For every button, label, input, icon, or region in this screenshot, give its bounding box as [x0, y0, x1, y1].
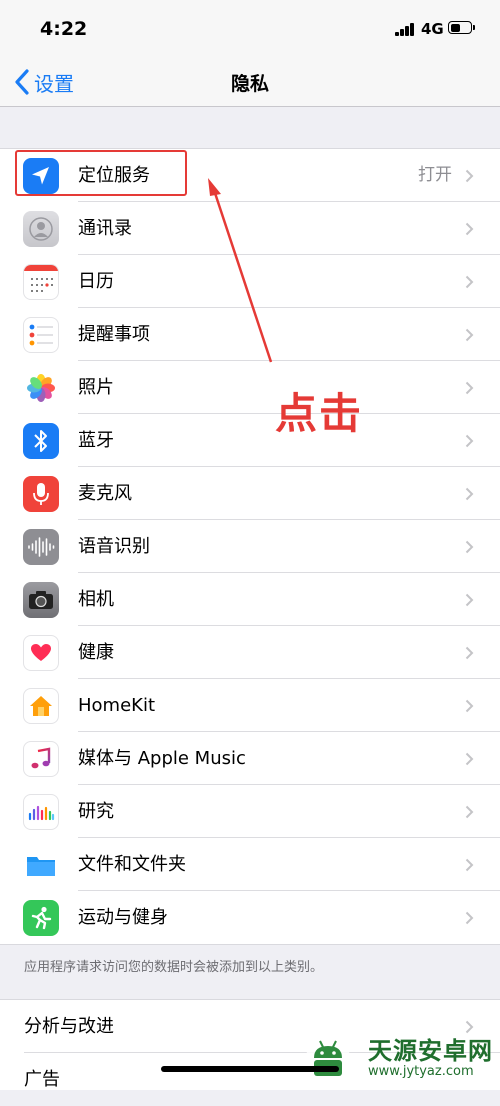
chevron-right-icon	[465, 487, 474, 501]
home-indicator[interactable]	[161, 1066, 339, 1072]
chevron-right-icon	[465, 540, 474, 554]
row-label: 提醒事项	[78, 324, 150, 345]
fitness-runner-icon	[23, 900, 59, 936]
folder-icon	[23, 847, 59, 883]
battery-level	[450, 23, 460, 32]
row-bluetooth[interactable]: 蓝牙	[0, 414, 500, 467]
health-heart-icon	[23, 635, 59, 671]
privacy-footer-note: 应用程序请求访问您的数据时会被添加到以上类别。	[24, 960, 324, 975]
chevron-right-icon	[465, 169, 474, 183]
row-label: 研究	[78, 801, 114, 822]
calendar-icon	[23, 264, 59, 300]
navigation-bar: 设置 隐私	[0, 58, 500, 107]
row-label: 相机	[78, 589, 114, 610]
cellular-signal-icon	[395, 23, 415, 36]
site-watermark: 天源安卓网 www.jytyaz.com	[300, 1026, 500, 1083]
row-label: 语音识别	[78, 536, 150, 557]
row-label: 分析与改进	[24, 1016, 114, 1037]
android-robot-logo-icon	[306, 1035, 350, 1080]
row-label: 蓝牙	[78, 430, 114, 451]
watermark-text: 天源安卓网 www.jytyaz.com	[368, 1031, 493, 1079]
privacy-categories-list: 定位服务 打开 通讯录 日历 提醒事项 照片 蓝牙 麦克风 语音识别 相机 健康…	[0, 148, 500, 945]
row-label: 文件和文件夹	[78, 854, 186, 875]
chevron-right-icon	[465, 805, 474, 819]
row-speech-recognition[interactable]: 语音识别	[0, 520, 500, 573]
page-title: 隐私	[230, 73, 269, 95]
annotation-highlight-box	[15, 150, 187, 196]
camera-icon	[23, 582, 59, 618]
chevron-right-icon	[465, 646, 474, 660]
row-label: 媒体与 Apple Music	[78, 748, 246, 769]
row-photos[interactable]: 照片	[0, 361, 500, 414]
photos-icon	[23, 370, 59, 406]
watermark-site-name: 天源安卓网	[368, 1037, 493, 1065]
microphone-icon	[23, 476, 59, 512]
row-label: 麦克风	[78, 483, 132, 504]
row-label: 通讯录	[78, 218, 132, 239]
chevron-right-icon	[465, 752, 474, 766]
row-reminders[interactable]: 提醒事项	[0, 308, 500, 361]
speech-recognition-icon	[23, 529, 59, 565]
row-health[interactable]: 健康	[0, 626, 500, 679]
row-microphone[interactable]: 麦克风	[0, 467, 500, 520]
row-value: 打开	[418, 165, 452, 185]
row-motion-fitness[interactable]: 运动与健身	[0, 891, 500, 944]
row-homekit[interactable]: HomeKit	[0, 679, 500, 732]
chevron-right-icon	[465, 275, 474, 289]
row-files-folders[interactable]: 文件和文件夹	[0, 838, 500, 891]
chevron-right-icon	[465, 434, 474, 448]
battery-icon	[448, 21, 475, 34]
row-label: 照片	[78, 377, 114, 398]
row-research[interactable]: 研究	[0, 785, 500, 838]
chevron-right-icon	[465, 911, 474, 925]
status-bar: 4:22 4G	[0, 0, 500, 58]
chevron-right-icon	[465, 222, 474, 236]
homekit-house-icon	[23, 688, 59, 724]
annotation-tap-label: 点击	[275, 389, 364, 438]
chevron-right-icon	[465, 381, 474, 395]
chevron-right-icon	[465, 699, 474, 713]
chevron-right-icon	[465, 593, 474, 607]
bluetooth-icon	[23, 423, 59, 459]
chevron-right-icon	[465, 858, 474, 872]
music-note-icon	[23, 741, 59, 777]
contacts-icon	[23, 211, 59, 247]
status-time: 4:22	[40, 18, 88, 40]
row-label: 广告	[24, 1069, 60, 1090]
row-media-apple-music[interactable]: 媒体与 Apple Music	[0, 732, 500, 785]
row-label: HomeKit	[78, 695, 156, 716]
row-calendar[interactable]: 日历	[0, 255, 500, 308]
row-label: 运动与健身	[78, 907, 168, 928]
reminders-icon	[23, 317, 59, 353]
chevron-right-icon	[465, 328, 474, 342]
row-label: 健康	[78, 642, 114, 663]
row-contacts[interactable]: 通讯录	[0, 202, 500, 255]
watermark-url: www.jytyaz.com	[368, 1064, 474, 1079]
row-label: 日历	[78, 271, 114, 292]
network-type: 4G	[421, 20, 444, 38]
row-camera[interactable]: 相机	[0, 573, 500, 626]
research-bars-icon	[23, 794, 59, 830]
